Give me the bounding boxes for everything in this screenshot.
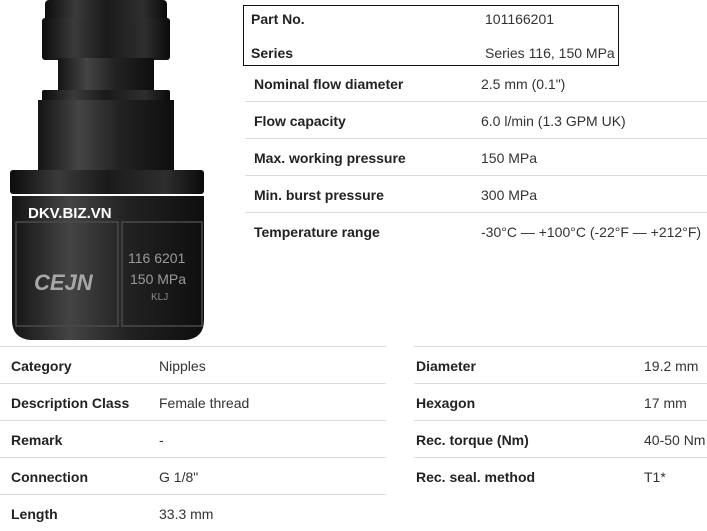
detail-value: 17 mm — [644, 395, 687, 411]
details-left-table: Category Nipples Description Class Femal… — [0, 346, 386, 531]
product-image: DKV.BIZ.VN CEJN 116 6201 150 MPa KLJ — [8, 0, 208, 342]
engraving-line2: 150 MPa — [130, 271, 186, 287]
detail-value: T1* — [644, 469, 666, 485]
spec-label: Max. working pressure — [254, 150, 406, 166]
details-right-table: Diameter 19.2 mm Hexagon 17 mm Rec. torq… — [414, 346, 707, 494]
part-no-row: Part No. 101166201 — [244, 6, 618, 34]
table-row: Rec. torque (Nm) 40-50 Nm — [414, 420, 707, 457]
spec-label: Flow capacity — [254, 113, 346, 129]
detail-label: Connection — [11, 469, 88, 485]
spec-label: Temperature range — [254, 224, 380, 240]
table-row: Hexagon 17 mm — [414, 383, 707, 420]
table-row: Length 33.3 mm — [0, 494, 386, 531]
table-row: Category Nipples — [0, 346, 386, 383]
spec-label: Min. burst pressure — [254, 187, 384, 203]
part-no-value: 101166201 — [485, 11, 555, 27]
detail-label: Category — [11, 358, 72, 374]
detail-value: G 1/8" — [159, 469, 199, 485]
spec-value: 300 MPa — [481, 187, 538, 203]
watermark-text: DKV.BIZ.VN — [28, 205, 112, 222]
table-row: Diameter 19.2 mm — [414, 346, 707, 383]
table-row: Remark - — [0, 420, 386, 457]
detail-label: Length — [11, 506, 58, 522]
spec-value: 6.0 l/min (1.3 GPM UK) — [481, 113, 626, 129]
series-label: Series — [251, 45, 294, 61]
spec-row: Min. burst pressure 300 MPa — [245, 176, 707, 213]
detail-label: Remark — [11, 432, 63, 448]
spec-row: Max. working pressure 150 MPa — [245, 139, 707, 176]
detail-label: Hexagon — [416, 395, 476, 411]
table-row: Rec. seal. method T1* — [414, 457, 707, 494]
spec-value: 2.5 mm (0.1") — [481, 76, 566, 92]
spec-row: Flow capacity 6.0 l/min (1.3 GPM UK) — [245, 102, 707, 139]
spec-row: Temperature range -30°C — +100°C (-22°F … — [245, 213, 707, 249]
engraving-line3: KLJ — [151, 292, 168, 303]
table-row: Description Class Female thread — [0, 383, 386, 420]
table-row: Connection G 1/8" — [0, 457, 386, 494]
detail-value: 19.2 mm — [644, 358, 699, 374]
detail-label: Diameter — [416, 358, 476, 374]
detail-value: Nipples — [159, 358, 206, 374]
series-value: Series 116, 150 MPa — [485, 45, 615, 61]
specs-table: Nominal flow diameter 2.5 mm (0.1") Flow… — [245, 65, 707, 249]
spec-value: 150 MPa — [481, 150, 538, 166]
nipple-illustration: DKV.BIZ.VN CEJN 116 6201 150 MPa KLJ — [10, 0, 204, 340]
spec-value: -30°C — +100°C (-22°F — +212°F) — [481, 224, 702, 240]
detail-value: - — [159, 432, 164, 448]
series-row: Series Series 116, 150 MPa — [244, 40, 618, 68]
detail-value: 40-50 Nm — [644, 432, 706, 448]
spec-row: Nominal flow diameter 2.5 mm (0.1") — [245, 65, 707, 102]
detail-value: 33.3 mm — [159, 506, 214, 522]
spec-label: Nominal flow diameter — [254, 76, 404, 92]
detail-label: Rec. seal. method — [416, 469, 536, 485]
engraving-line1: 116 6201 — [128, 250, 186, 266]
detail-value: Female thread — [159, 395, 250, 411]
part-info-box: Part No. 101166201 Series Series 116, 15… — [243, 5, 619, 66]
cejn-logo: CEJN — [34, 270, 94, 295]
part-no-label: Part No. — [251, 11, 305, 27]
detail-label: Rec. torque (Nm) — [416, 432, 529, 448]
detail-label: Description Class — [11, 395, 130, 411]
